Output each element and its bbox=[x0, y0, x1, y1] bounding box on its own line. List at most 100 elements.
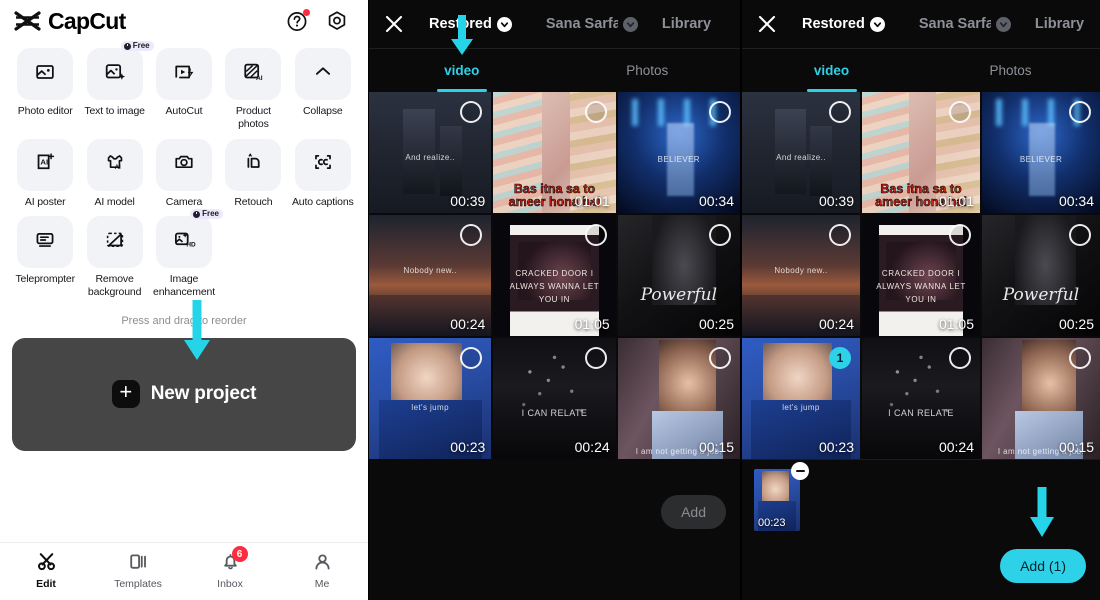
tab-video[interactable]: video bbox=[742, 49, 921, 92]
close-icon[interactable] bbox=[756, 13, 778, 35]
select-checkbox[interactable] bbox=[1069, 347, 1091, 369]
close-icon[interactable] bbox=[383, 13, 405, 35]
tool-product-photos[interactable]: AI Product photos bbox=[222, 48, 284, 131]
tray-item[interactable]: 00:23 bbox=[754, 462, 809, 531]
nav-item-templates[interactable]: Templates bbox=[92, 553, 184, 590]
free-badge: Free bbox=[190, 209, 223, 220]
tool-label: Photo editor bbox=[17, 105, 73, 117]
tool-tile bbox=[86, 216, 143, 269]
select-checkbox[interactable] bbox=[709, 224, 731, 246]
album-tab-library[interactable]: Library bbox=[1035, 16, 1084, 32]
media-cell[interactable]: I CAN RELATE 00:24 bbox=[493, 338, 616, 459]
media-cell[interactable]: let's jump 1 00:23 bbox=[742, 338, 860, 459]
product-photos-icon: AI bbox=[241, 60, 265, 89]
album-tab-restored[interactable]: Restored bbox=[429, 16, 512, 32]
media-cell[interactable]: I am not getting a job. 00:15 bbox=[617, 338, 740, 459]
album-tab-restored[interactable]: Restored bbox=[802, 16, 885, 32]
tool-retouch[interactable]: Retouch bbox=[222, 138, 284, 209]
media-cell[interactable]: Nobody new.. 00:24 bbox=[742, 215, 860, 336]
nav-item-me[interactable]: Me bbox=[276, 553, 368, 590]
help-icon[interactable] bbox=[286, 9, 310, 32]
select-checkbox[interactable] bbox=[584, 224, 607, 246]
album-tab-sana-sarfaraz[interactable]: Sana Sarfaraz bbox=[919, 16, 1011, 32]
select-checkbox[interactable] bbox=[949, 224, 971, 246]
text-to-image-icon bbox=[103, 60, 127, 89]
media-cell[interactable]: Nobody new.. 00:24 bbox=[369, 215, 492, 336]
nav-item-edit[interactable]: Edit bbox=[0, 553, 92, 590]
tool-collapse[interactable]: Collapse bbox=[292, 48, 354, 131]
media-cell[interactable]: Powerful 00:25 bbox=[982, 215, 1100, 336]
media-cell[interactable]: CRACKED DOOR I ALWAYS WANNA LET YOU IN 0… bbox=[493, 215, 616, 336]
tab-photos[interactable]: Photos bbox=[921, 49, 1100, 92]
media-cell[interactable]: And realize.. 00:39 bbox=[742, 92, 860, 213]
select-checkbox-selected[interactable]: 1 bbox=[829, 347, 851, 369]
settings-icon[interactable] bbox=[326, 10, 348, 32]
clock-icon bbox=[193, 210, 201, 218]
app-header: CapCut bbox=[0, 0, 368, 42]
plus-icon: + bbox=[111, 380, 140, 409]
media-cell[interactable]: Powerful 00:25 bbox=[617, 215, 740, 336]
tab-video[interactable]: video bbox=[369, 15, 555, 92]
media-cell[interactable]: Bas itna sa to ameer hona hai 01:01 bbox=[493, 92, 616, 213]
tab-label: Photos bbox=[989, 63, 1032, 78]
nav-item-inbox[interactable]: 6 Inbox bbox=[184, 546, 276, 590]
media-cell[interactable]: I am not getting a job. 00:15 bbox=[982, 338, 1100, 459]
media-picker-panel-unselected: Restored Sana Sarfaraz Library video bbox=[368, 0, 740, 600]
remove-icon[interactable] bbox=[791, 462, 809, 480]
media-duration: 00:23 bbox=[818, 439, 854, 455]
media-cell[interactable]: BELIEVER 00:34 bbox=[617, 92, 740, 213]
select-checkbox[interactable] bbox=[584, 101, 607, 123]
retouch-icon bbox=[241, 150, 265, 179]
album-tab-label: Sana Sarfaraz bbox=[545, 16, 618, 32]
tool-auto-captions[interactable]: Auto captions bbox=[292, 138, 354, 209]
media-duration: 01:05 bbox=[938, 316, 974, 332]
tool-camera[interactable]: Camera bbox=[153, 138, 215, 209]
select-checkbox[interactable] bbox=[709, 101, 731, 123]
media-duration: 00:39 bbox=[818, 193, 854, 209]
media-cell[interactable]: BELIEVER 00:34 bbox=[982, 92, 1100, 213]
tool-remove-background[interactable]: Remove background bbox=[83, 216, 145, 299]
tool-ai-poster[interactable]: AI AI poster bbox=[14, 138, 76, 209]
tool-tile: Free bbox=[86, 41, 154, 100]
new-project-button[interactable]: + New project bbox=[12, 299, 356, 451]
media-cell[interactable]: Bas itna sa to ameer hona hai 01:01 bbox=[862, 92, 980, 213]
remove-background-icon bbox=[103, 228, 127, 257]
media-grid: And realize.. 00:39 Bas itna sa to ameer… bbox=[369, 92, 740, 459]
media-cell[interactable]: let's jump 00:23 bbox=[369, 338, 492, 459]
add-button[interactable]: Add (1) bbox=[1000, 549, 1086, 583]
tool-autocut[interactable]: AutoCut bbox=[153, 48, 215, 131]
select-checkbox[interactable] bbox=[949, 101, 971, 123]
header-icons bbox=[286, 9, 354, 32]
nav-icon-wrap: 6 bbox=[219, 546, 248, 575]
tool-label: AI model bbox=[94, 195, 135, 208]
tool-photo-editor[interactable]: Photo editor bbox=[14, 48, 76, 131]
chevron-down-icon bbox=[869, 16, 885, 32]
album-tab-library[interactable]: Library bbox=[662, 16, 711, 32]
media-duration: 00:34 bbox=[1058, 193, 1094, 209]
select-checkbox[interactable] bbox=[949, 347, 971, 369]
tool-ai-model[interactable]: AI AI model bbox=[83, 138, 145, 209]
tool-teleprompter[interactable]: Teleprompter bbox=[14, 216, 76, 299]
media-duration: 00:24 bbox=[574, 439, 610, 455]
select-checkbox[interactable] bbox=[829, 224, 851, 246]
ai-model-icon: AI bbox=[103, 150, 127, 179]
select-checkbox[interactable] bbox=[709, 347, 731, 369]
select-checkbox[interactable] bbox=[1069, 101, 1091, 123]
add-button[interactable]: Add bbox=[661, 495, 726, 529]
select-checkbox[interactable] bbox=[829, 101, 851, 123]
media-cell[interactable]: CRACKED DOOR I ALWAYS WANNA LET YOU IN 0… bbox=[862, 215, 980, 336]
chevron-up-icon bbox=[311, 60, 335, 89]
tab-label: Photos bbox=[626, 63, 669, 78]
media-type-tabs: video Photos bbox=[369, 15, 741, 92]
select-checkbox[interactable] bbox=[1069, 224, 1091, 246]
media-cell[interactable]: I CAN RELATE 00:24 bbox=[862, 338, 980, 459]
tool-image-enhancement[interactable]: Free HD Image enhancement bbox=[153, 209, 223, 299]
tab-photos[interactable]: Photos bbox=[555, 49, 741, 92]
tool-text-to-image[interactable]: Free Text to image bbox=[83, 41, 154, 131]
media-duration: 00:23 bbox=[450, 439, 486, 455]
templates-icon bbox=[127, 550, 150, 578]
media-cell[interactable]: And realize.. 00:39 bbox=[369, 92, 492, 213]
select-checkbox[interactable] bbox=[584, 347, 607, 369]
album-tab-sana-sarfaraz[interactable]: Sana Sarfaraz bbox=[546, 16, 638, 32]
picker-footer: Add (1) bbox=[742, 487, 1100, 600]
